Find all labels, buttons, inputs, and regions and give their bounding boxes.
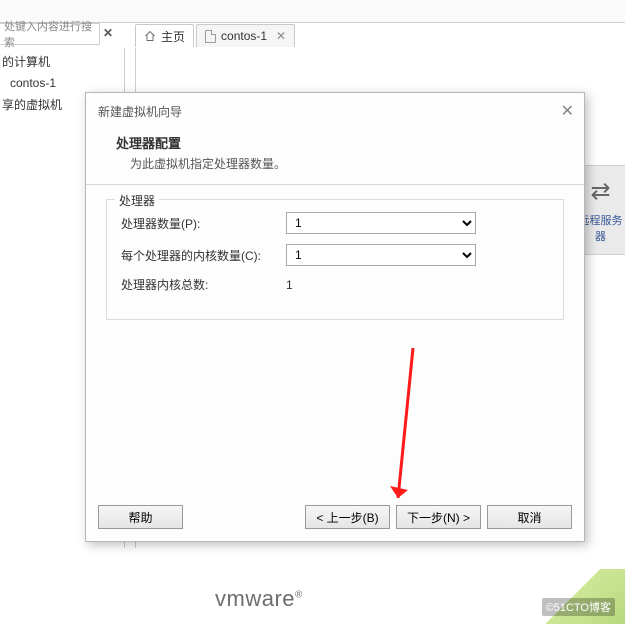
tab-home-label: 主页 (161, 28, 185, 45)
search-placeholder: 处键入内容进行搜索 (4, 18, 95, 50)
search-input[interactable]: 处键入内容进行搜索 (0, 23, 100, 45)
dialog-titlebar: 新建虚拟机向导 ✕ (86, 93, 584, 127)
dialog-close-icon[interactable]: ✕ (561, 101, 574, 121)
value-total-cores: 1 (286, 278, 549, 292)
row-cores-per-proc: 每个处理器的内核数量(C): 1 (121, 244, 549, 266)
label-total-cores: 处理器内核总数: (121, 276, 286, 293)
document-icon (205, 30, 216, 43)
dialog-title-text: 新建虚拟机向导 (98, 103, 182, 120)
row-total-cores: 处理器内核总数: 1 (121, 276, 549, 293)
processor-fieldset: 处理器 处理器数量(P): 1 每个处理器的内核数量(C): 1 处理器内核总数… (106, 199, 564, 320)
close-icon[interactable]: ✕ (103, 26, 113, 40)
wizard-dialog: 新建虚拟机向导 ✕ 处理器配置 为此虚拟机指定处理器数量。 处理器 处理器数量(… (85, 92, 585, 542)
back-button[interactable]: < 上一步(B) (305, 505, 390, 529)
watermark-text: ©51CTO博客 (542, 598, 615, 616)
cancel-button[interactable]: 取消 (487, 505, 572, 529)
sidebar-item-vm[interactable]: contos-1 (0, 73, 124, 93)
dialog-header: 处理器配置 为此虚拟机指定处理器数量。 (86, 127, 584, 185)
fieldset-legend: 处理器 (115, 192, 159, 209)
vmware-logo: vmware® (215, 586, 303, 612)
home-icon (144, 30, 156, 42)
dialog-footer: 帮助 < 上一步(B) 下一步(N) > 取消 (86, 495, 584, 541)
tab-vm-label: contos-1 (221, 29, 267, 43)
tab-vm[interactable]: contos-1 ✕ (196, 24, 295, 47)
select-processor-count[interactable]: 1 (286, 212, 476, 234)
select-cores-per-proc[interactable]: 1 (286, 244, 476, 266)
help-button[interactable]: 帮助 (98, 505, 183, 529)
dialog-body: 处理器 处理器数量(P): 1 每个处理器的内核数量(C): 1 处理器内核总数… (86, 185, 584, 334)
swap-arrows-icon: ⇄ (590, 177, 610, 206)
dialog-subheading: 为此虚拟机指定处理器数量。 (130, 155, 570, 172)
label-cores-per-proc: 每个处理器的内核数量(C): (121, 247, 286, 264)
tab-close-icon[interactable]: ✕ (276, 29, 286, 43)
tab-home[interactable]: 主页 (135, 24, 194, 47)
next-button[interactable]: 下一步(N) > (396, 505, 481, 529)
tab-bar: 主页 contos-1 ✕ (135, 23, 295, 47)
sidebar-item-computer[interactable]: 的计算机 (0, 50, 124, 73)
label-processor-count: 处理器数量(P): (121, 215, 286, 232)
row-processor-count: 处理器数量(P): 1 (121, 212, 549, 234)
dialog-heading: 处理器配置 (116, 133, 570, 152)
